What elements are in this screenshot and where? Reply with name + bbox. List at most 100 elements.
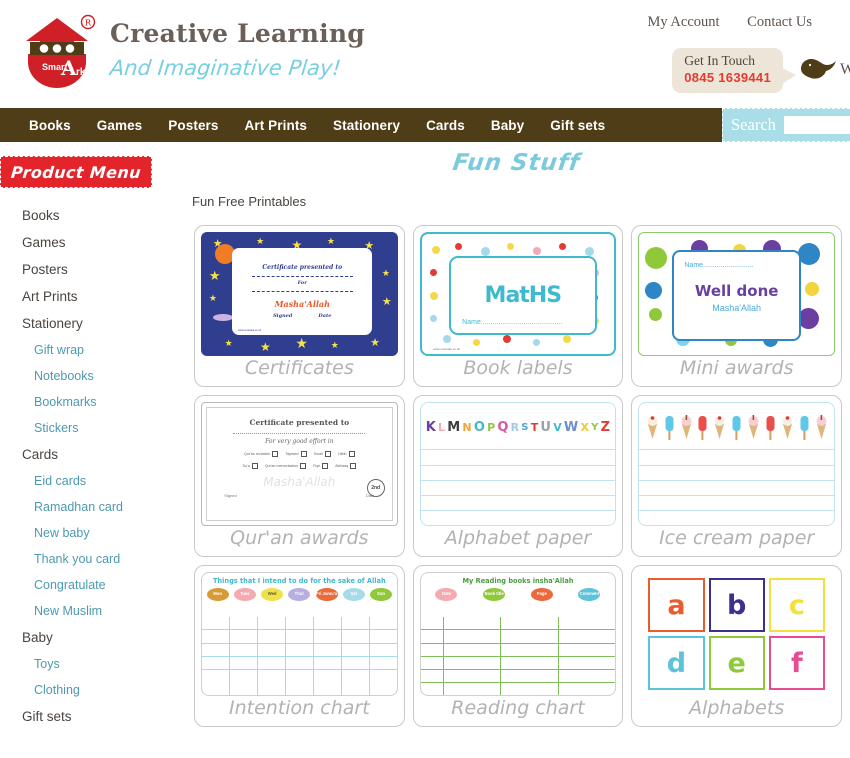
sidebar-item-new-muslim[interactable]: New Muslim [0, 598, 180, 624]
sidebar-item-stationery[interactable]: Stationery [0, 310, 180, 337]
day-pill: Wed [261, 588, 284, 601]
icecream-cone-icon [681, 415, 692, 446]
certificate-line-1: Certificate presented to [262, 264, 343, 272]
check-item: Qur'an memorisation [265, 463, 307, 469]
nav-item-baby[interactable]: Baby [478, 118, 537, 133]
link-contact-us[interactable]: Contact Us [747, 14, 812, 30]
checkbox[interactable] [350, 463, 357, 469]
sidebar-item-games[interactable]: Games [0, 229, 180, 256]
sidebar-item-posters[interactable]: Posters [0, 256, 180, 283]
product-menu-banner: Product Menu [0, 156, 152, 188]
letter: P [487, 421, 496, 435]
quran-award-signed-label: Signed [224, 493, 237, 498]
letter: S [521, 422, 529, 434]
get-in-touch-phone[interactable]: 0845 1639441 [684, 70, 771, 87]
icecream-cone-icon [748, 415, 759, 446]
printable-card-icecream-paper[interactable]: Ice cream paper [631, 395, 842, 557]
ruled-lines [420, 449, 616, 525]
quran-award-inner: Certificate presented to For very good e… [210, 411, 389, 517]
sidebar-item-bookmarks[interactable]: Bookmarks [0, 389, 180, 415]
ice-lolly-icon [766, 415, 775, 446]
alphabet-letters-row: K L M N O P Q R S T U V W X Y Z [425, 407, 612, 449]
printable-card-mini-awards[interactable]: Name.......................... Well done… [631, 225, 842, 387]
alphabet-block: d [648, 636, 705, 691]
sidebar-item-stickers[interactable]: Stickers [0, 415, 180, 441]
checkbox[interactable] [272, 451, 279, 457]
check-item: Surah [314, 451, 332, 457]
sidebar-item-clothing[interactable]: Clothing [0, 677, 180, 703]
letter: R [510, 421, 520, 435]
day-pill: Fri Jumu'a [315, 588, 338, 601]
icecream-border-row [643, 407, 830, 446]
nav-item-posters[interactable]: Posters [155, 118, 231, 133]
alphabet-block: c [768, 578, 825, 633]
quran-award-effort: For very good effort in [265, 438, 334, 445]
nav-item-art-prints[interactable]: Art Prints [232, 118, 321, 133]
letter: M [447, 420, 461, 436]
sidebar: Product Menu Books Games Posters Art Pri… [0, 142, 180, 758]
book-label-subject: MatHS [484, 282, 563, 308]
printable-card-certificates[interactable]: ★ ★ ★ ★ ★ ★ ★ ★ ★ ★ ★ ★ ★ ★ Certificate … [194, 225, 405, 387]
card-caption: Reading chart [451, 697, 585, 720]
printable-card-reading-chart[interactable]: My Reading books insha'Allah Date Book t… [412, 565, 624, 727]
nav-item-cards[interactable]: Cards [413, 118, 478, 133]
printable-card-alphabet-paper[interactable]: K L M N O P Q R S T U V W X Y Z Alphabet… [412, 395, 624, 557]
sidebar-item-art-prints[interactable]: Art Prints [0, 283, 180, 310]
product-menu-title: Product Menu [10, 162, 142, 182]
icecream-cone-icon [782, 415, 793, 446]
sidebar-item-baby[interactable]: Baby [0, 624, 180, 651]
sidebar-item-new-baby[interactable]: New baby [0, 520, 180, 546]
sidebar-item-cards[interactable]: Cards [0, 441, 180, 468]
check-item: Akhlaaq [335, 463, 357, 469]
printable-card-quran-awards[interactable]: Certificate presented to For very good e… [194, 395, 405, 557]
printable-card-book-labels[interactable]: MatHS Name..............................… [412, 225, 624, 387]
intention-chart-day-pills: Mon Tues Wed Thur Fri Jumu'a Sat Sun [202, 585, 397, 603]
checkbox[interactable] [325, 451, 332, 457]
checkbox[interactable] [322, 463, 329, 469]
quran-award-watermark: Masha'Allah [263, 475, 336, 489]
brand-text: Creative Learning And Imaginative Play! [108, 12, 365, 80]
logo-block[interactable]: R Smart A rk Creative Learning And Imagi… [18, 12, 365, 90]
link-my-account[interactable]: My Account [647, 14, 719, 30]
nav-item-books[interactable]: Books [16, 118, 84, 133]
printable-card-intention-chart[interactable]: Things that I intend to do for the sake … [194, 565, 405, 727]
card-caption: Alphabet paper [444, 527, 592, 550]
day-pill: Tues [233, 588, 256, 601]
brand-tagline: And Imaginative Play! [108, 55, 343, 80]
sidebar-item-thank-you-card[interactable]: Thank you card [0, 546, 180, 572]
sidebar-item-congratulate[interactable]: Congratulate [0, 572, 180, 598]
check-item: Du'a [243, 463, 258, 469]
smart-ark-logo-icon[interactable]: R Smart A rk [18, 12, 96, 90]
checkbox[interactable] [251, 463, 258, 469]
checkbox[interactable] [300, 463, 307, 469]
get-in-touch-bubble[interactable]: Get In Touch 0845 1639441 [672, 48, 796, 93]
sidebar-item-toys[interactable]: Toys [0, 651, 180, 677]
letter: Q [497, 420, 509, 436]
letter: V [553, 421, 562, 435]
alphabet-block: a [648, 578, 705, 633]
certificate-thumbnail: ★ ★ ★ ★ ★ ★ ★ ★ ★ ★ ★ ★ ★ ★ Certificate … [201, 232, 398, 357]
sidebar-item-books[interactable]: Books [0, 202, 180, 229]
sidebar-item-notebooks[interactable]: Notebooks [0, 363, 180, 389]
quran-award-checks-row-2: Du'a Qur'an memorisation Fiqh Akhlaaq [243, 463, 357, 469]
search-input[interactable] [783, 116, 850, 134]
quran-award-title: Certificate presented to [249, 418, 350, 427]
letter: U [540, 420, 551, 436]
printable-card-alphabets[interactable]: a b c d e f Alphabets [631, 565, 842, 727]
certificate-signature-row: Signed Date [273, 313, 331, 319]
checkbox[interactable] [348, 451, 355, 457]
nav-item-games[interactable]: Games [84, 118, 156, 133]
checkbox[interactable] [300, 451, 307, 457]
sidebar-item-eid-cards[interactable]: Eid cards [0, 468, 180, 494]
mini-award-inner: Name.......................... Well done… [672, 250, 801, 341]
nav-item-gift-sets[interactable]: Gift sets [537, 118, 618, 133]
sidebar-item-gift-wrap[interactable]: Gift wrap [0, 337, 180, 363]
icecream-cone-icon [647, 415, 658, 446]
alphabet-block: e [708, 636, 765, 691]
sidebar-item-ramadhan-card[interactable]: Ramadhan card [0, 494, 180, 520]
printables-grid: ★ ★ ★ ★ ★ ★ ★ ★ ★ ★ ★ ★ ★ ★ Certificate … [192, 225, 842, 727]
nav-item-stationery[interactable]: Stationery [320, 118, 413, 133]
card-caption: Ice cream paper [659, 527, 815, 550]
quran-award-signature-row: Signed Date [224, 493, 374, 498]
sidebar-item-gift-sets[interactable]: Gift sets [0, 703, 180, 730]
